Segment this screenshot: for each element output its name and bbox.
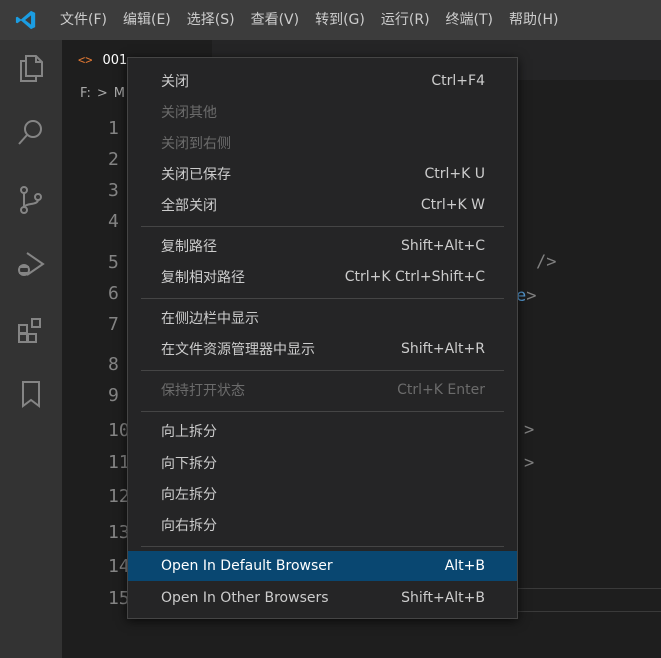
menu-item-label: 在侧边栏中显示 xyxy=(161,311,259,327)
menu-item-label: Open In Default Browser xyxy=(161,558,333,574)
menu-item-shortcut: Ctrl+F4 xyxy=(431,73,485,89)
menu-item-label: 向上拆分 xyxy=(161,424,217,440)
menu-separator xyxy=(141,226,504,227)
menu-item-split-down[interactable]: 向下拆分 xyxy=(128,448,517,478)
menu-item-shortcut: Ctrl+K W xyxy=(420,197,485,213)
menu-item-close-others: 关闭其他 xyxy=(128,97,517,127)
menu-item-reveal-in-sidebar[interactable]: 在侧边栏中显示 xyxy=(128,303,517,333)
html-file-icon: <> xyxy=(78,53,93,67)
menu-item-shortcut: Ctrl+K Ctrl+Shift+C xyxy=(344,269,485,285)
menu-selection[interactable]: 选择(S) xyxy=(179,0,243,40)
menu-item-label: 在文件资源管理器中显示 xyxy=(161,342,315,358)
menu-item-shortcut: Shift+Alt+R xyxy=(401,341,485,357)
menu-help[interactable]: 帮助(H) xyxy=(501,0,566,40)
menu-bar: 文件(F) 编辑(E) 选择(S) 查看(V) 转到(G) 运行(R) 终端(T… xyxy=(0,0,661,40)
menu-item-close[interactable]: 关闭 Ctrl+F4 xyxy=(128,66,517,96)
menu-item-split-left[interactable]: 向左拆分 xyxy=(128,479,517,509)
menu-item-split-right[interactable]: 向右拆分 xyxy=(128,510,517,540)
code-fragment: > xyxy=(524,420,535,440)
code-fragment: /> xyxy=(536,252,557,272)
menu-edit[interactable]: 编辑(E) xyxy=(115,0,179,40)
explorer-icon[interactable] xyxy=(0,40,62,96)
menu-item-label: 关闭其他 xyxy=(161,105,217,121)
code-fragment: > xyxy=(524,453,535,473)
activity-bar xyxy=(0,40,62,658)
extensions-icon[interactable] xyxy=(0,302,62,358)
menu-item-label: Open In Other Browsers xyxy=(161,590,329,606)
code-bracket-fragment: > xyxy=(526,286,537,306)
current-line-highlight xyxy=(517,588,661,612)
menu-item-open-default-browser[interactable]: Open In Default Browser Alt+B xyxy=(128,551,517,581)
menu-item-open-other-browsers[interactable]: Open In Other Browsers Shift+Alt+B xyxy=(128,583,517,613)
menu-separator xyxy=(141,370,504,371)
tab-context-menu: 关闭 Ctrl+F4 关闭其他 关闭到右侧 关闭已保存 Ctrl+K U 全部关… xyxy=(127,57,518,619)
menu-view[interactable]: 查看(V) xyxy=(243,0,308,40)
menu-item-copy-relative-path[interactable]: 复制相对路径 Ctrl+K Ctrl+Shift+C xyxy=(128,262,517,292)
menu-item-label: 关闭到右侧 xyxy=(161,136,231,152)
menu-item-label: 复制相对路径 xyxy=(161,270,245,286)
menu-item-keep-open: 保持打开状态 Ctrl+K Enter xyxy=(128,375,517,405)
menu-item-shortcut: Ctrl+K U xyxy=(424,166,485,182)
menu-item-shortcut: Shift+Alt+B xyxy=(401,590,485,606)
menu-item-label: 向左拆分 xyxy=(161,487,217,503)
menu-file[interactable]: 文件(F) xyxy=(52,0,115,40)
menu-item-close-all[interactable]: 全部关闭 Ctrl+K W xyxy=(128,190,517,220)
menu-item-shortcut: Alt+B xyxy=(444,558,485,574)
menu-item-split-up[interactable]: 向上拆分 xyxy=(128,416,517,446)
menu-item-copy-path[interactable]: 复制路径 Shift+Alt+C xyxy=(128,231,517,261)
tab-label: 001 xyxy=(102,52,128,68)
menu-item-label: 向下拆分 xyxy=(161,456,217,472)
menu-item-close-saved[interactable]: 关闭已保存 Ctrl+K U xyxy=(128,159,517,189)
code-fragment: e> xyxy=(516,286,537,306)
menu-separator xyxy=(141,546,504,547)
menu-item-label: 全部关闭 xyxy=(161,198,217,214)
source-control-icon[interactable] xyxy=(0,172,62,228)
menu-item-close-to-right: 关闭到右侧 xyxy=(128,128,517,158)
menu-item-label: 向右拆分 xyxy=(161,518,217,534)
breadcrumb-drive[interactable]: F: xyxy=(80,86,91,101)
menu-item-label: 复制路径 xyxy=(161,239,217,255)
menu-run[interactable]: 运行(R) xyxy=(373,0,438,40)
menu-go[interactable]: 转到(G) xyxy=(307,0,373,40)
menu-item-label: 关闭已保存 xyxy=(161,167,231,183)
menu-item-shortcut: Ctrl+K Enter xyxy=(397,382,485,398)
menu-terminal[interactable]: 终端(T) xyxy=(438,0,501,40)
breadcrumb-folder[interactable]: M xyxy=(114,86,125,101)
menu-item-shortcut: Shift+Alt+C xyxy=(400,238,485,254)
menu-item-label: 保持打开状态 xyxy=(161,383,245,399)
menu-item-reveal-in-explorer[interactable]: 在文件资源管理器中显示 Shift+Alt+R xyxy=(128,334,517,364)
vscode-logo-icon[interactable] xyxy=(0,0,52,40)
bookmark-icon[interactable] xyxy=(0,366,62,422)
menu-item-label: 关闭 xyxy=(161,74,189,90)
chevron-right-icon: > xyxy=(96,86,108,101)
run-debug-icon[interactable] xyxy=(0,236,62,292)
breadcrumb: F: > M xyxy=(80,86,125,101)
menu-separator xyxy=(141,298,504,299)
menu-separator xyxy=(141,411,504,412)
search-icon[interactable] xyxy=(0,104,62,160)
